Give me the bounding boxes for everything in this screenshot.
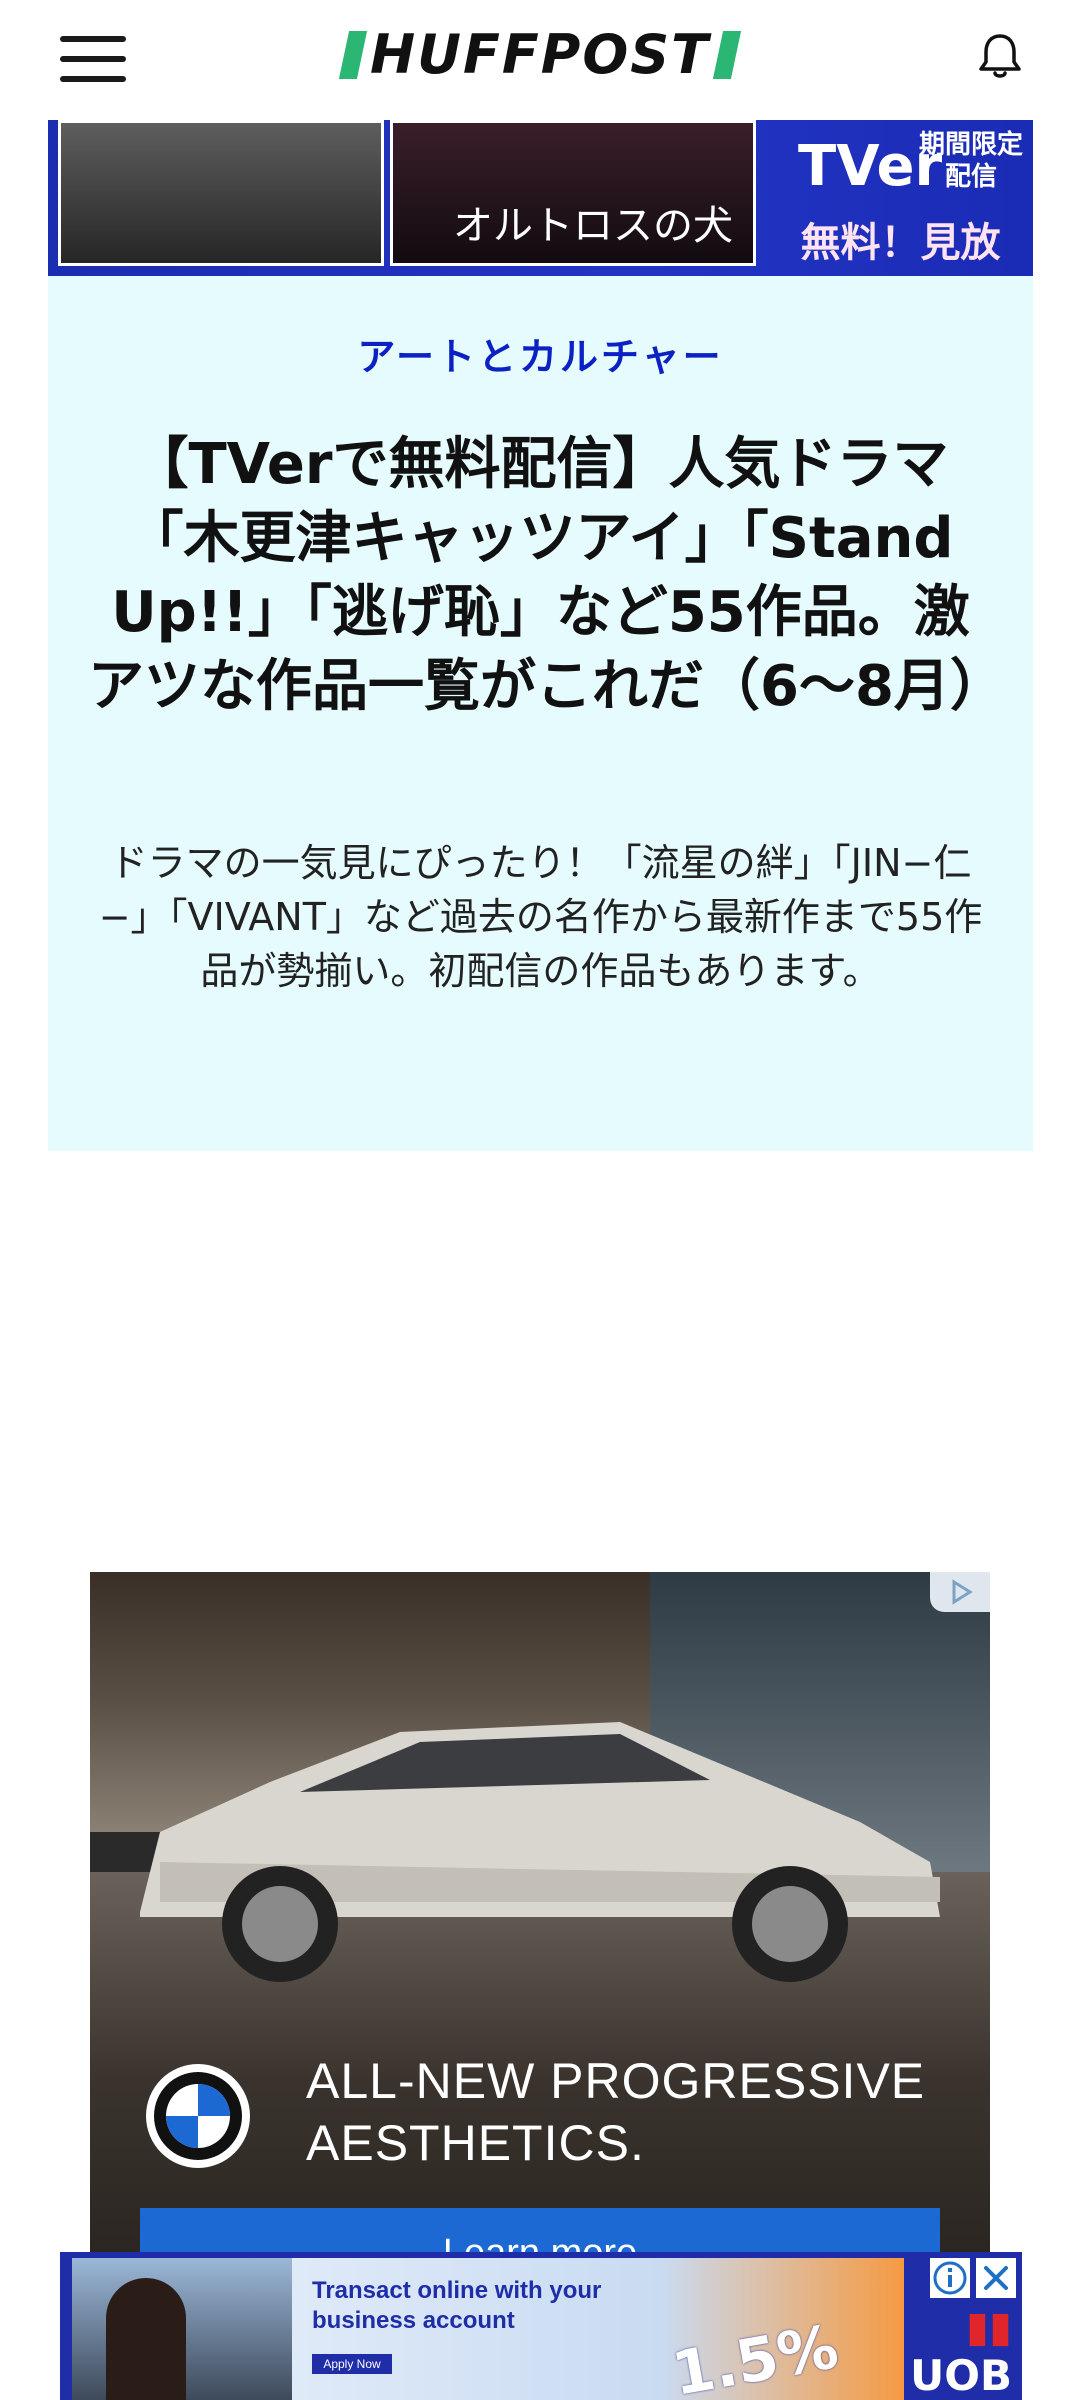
- article-dek: ドラマの一気見にぴったり！「流星の絆」「JIN−仁−」「VIVANT」など過去の…: [98, 841, 983, 993]
- ad-photo: [72, 2258, 292, 2400]
- article-category-link[interactable]: アートとカルチャー: [48, 326, 1033, 381]
- car-image: [140, 1722, 940, 1982]
- bell-icon[interactable]: [972, 28, 1028, 84]
- drama-poster-image: オルトロスの犬: [390, 120, 756, 266]
- adchoices-icon[interactable]: [930, 1572, 990, 1612]
- rate-label: 1.5%: [667, 2312, 844, 2400]
- article-card: アートとカルチャー 【TVerで無料配信】人気ドラマ「木更津キャッツアイ」「St…: [48, 276, 1033, 1151]
- uob-sticky-ad[interactable]: Transact online with your business accou…: [60, 2252, 1022, 2400]
- logo-left-bar: [338, 31, 368, 79]
- uob-logo: ▮▮ UOB: [872, 2302, 1012, 2400]
- uob-brand-text: UOB: [910, 2351, 1012, 2400]
- ad-tagline: ALL-NEW PROGRESSIVE AESTHETICS.: [306, 2053, 926, 2171]
- apply-now-button[interactable]: Apply Now: [312, 2354, 392, 2374]
- ad-headline: Transact online with your business accou…: [312, 2277, 602, 2334]
- uob-mark-icon: ▮▮: [965, 2302, 1012, 2351]
- tver-promo: TVer 期間限定 配信 無料！見放題！: [768, 120, 1033, 276]
- free-label: 無料！見放題！: [800, 221, 1001, 265]
- site-header: HUFFPOST: [0, 0, 1080, 120]
- drama-poster-image: [58, 120, 384, 266]
- info-icon[interactable]: [930, 2258, 970, 2298]
- hamburger-menu-icon[interactable]: [60, 36, 130, 86]
- logo-right-bar: [712, 31, 742, 79]
- huffpost-logo[interactable]: HUFFPOST: [335, 20, 745, 90]
- close-icon[interactable]: [976, 2258, 1016, 2298]
- person-image: [106, 2278, 186, 2400]
- logo-text: HUFFPOST: [369, 23, 711, 86]
- poster-title: オルトロスの犬: [453, 203, 733, 249]
- bmw-roundel-icon: [146, 2064, 250, 2168]
- ad-panel: Transact online with your business accou…: [292, 2258, 904, 2400]
- tver-banner-ad[interactable]: オルトロスの犬 TVer 期間限定 配信 無料！見放題！: [48, 120, 1033, 276]
- article-headline[interactable]: 【TVerで無料配信】人気ドラマ「木更津キャッツアイ」「Stand Up!!」「…: [88, 428, 1006, 724]
- limited-label: 期間限定 配信: [918, 129, 1023, 191]
